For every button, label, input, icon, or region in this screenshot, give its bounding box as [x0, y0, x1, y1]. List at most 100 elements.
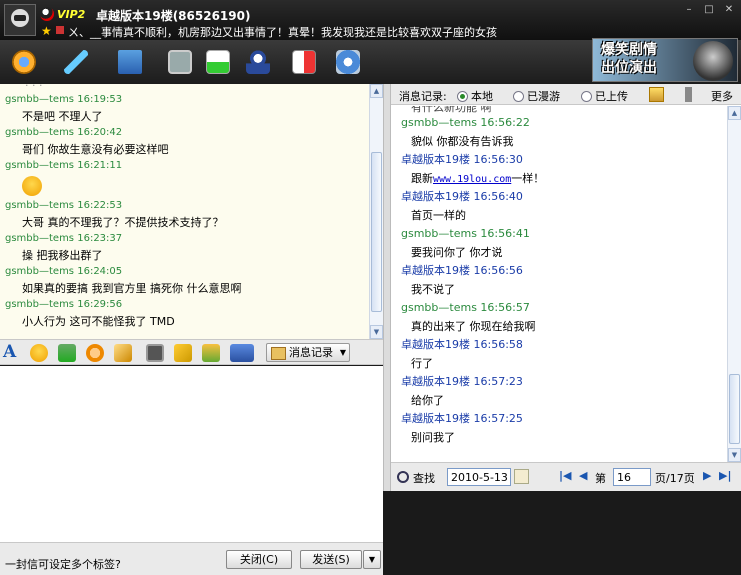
message-input[interactable] — [0, 366, 383, 542]
history-label: 消息记录: — [399, 90, 447, 103]
page-input[interactable] — [613, 468, 651, 486]
history-message-body: 我不说了 — [411, 283, 455, 296]
history-message-body: 貌似 你都没有告诉我 — [411, 135, 514, 148]
settings-icon[interactable] — [332, 46, 364, 78]
smiley-icon — [22, 176, 42, 196]
history-message-body: 真的出来了 你现在给我啊 — [411, 320, 536, 333]
scroll-up-arrow[interactable]: ▲ — [370, 84, 383, 98]
history-message-body: 首页一样的 — [411, 209, 466, 222]
history-truncated-line: 有什么新功能 啊 — [411, 106, 492, 114]
radio-dot — [457, 90, 468, 102]
scroll-up-arrow[interactable]: ▲ — [728, 106, 741, 120]
history-scrollbar[interactable]: ▲ ▼ — [727, 106, 741, 462]
send-options-button[interactable]: ▼ — [363, 550, 381, 569]
send-button[interactable]: 发送(S) — [300, 550, 362, 569]
microphone-icon[interactable] — [60, 46, 92, 78]
speaker-icon[interactable] — [685, 87, 700, 102]
chat-message-body: 哥们 你故生意没有必要这样吧 — [22, 143, 169, 156]
radio-dot — [581, 90, 592, 102]
scroll-thumb[interactable] — [729, 374, 740, 444]
window-controls: – □ ✕ — [681, 3, 737, 16]
history-message-header: gsmbb—tems 16:56:57 — [401, 301, 530, 314]
scroll-down-arrow[interactable]: ▼ — [728, 448, 741, 462]
game-icon[interactable] — [288, 46, 320, 78]
message-history-button[interactable]: 消息记录 ▼ — [266, 343, 350, 362]
chat-message-body: 不是吧 不理人了 — [22, 110, 103, 123]
first-page-icon[interactable]: |◀ — [559, 469, 571, 482]
font-icon[interactable]: A — [3, 342, 16, 362]
contact-signature: ㄨ、__事情真不顺利，机房那边又出事情了！真晕！我发现我还是比较喜欢双子座的女孩 — [68, 26, 497, 39]
chat-message-header: gsmbb—tems 16:29:56 — [5, 299, 123, 310]
folder-icon[interactable] — [114, 46, 146, 78]
gift-icon[interactable] — [202, 344, 220, 362]
history-message-header: gsmbb—tems 16:56:41 — [401, 227, 530, 240]
url-link[interactable]: www.19lou.com — [433, 174, 511, 185]
history-message-header: 卓越版本19楼 16:56:30 — [401, 153, 523, 166]
chat-message-body — [5, 174, 369, 198]
radio-uploaded[interactable]: 已上传 — [581, 88, 628, 104]
shake-window-icon[interactable] — [114, 344, 132, 362]
ad-banner[interactable]: 爆笑剧情 出位演出 — [592, 38, 738, 82]
history-message-body: 别问我了 — [411, 431, 455, 444]
application-icon[interactable] — [202, 46, 234, 78]
user-icon[interactable] — [242, 46, 274, 78]
close-button[interactable]: ✕ — [721, 3, 737, 16]
prev-page-icon[interactable]: ◀ — [579, 469, 587, 482]
music-icon[interactable] — [174, 344, 192, 362]
maximize-button[interactable]: □ — [701, 3, 717, 16]
chat-scrollbar[interactable]: ▲ ▼ — [369, 84, 383, 339]
history-message-header: 卓越版本19楼 16:56:58 — [401, 338, 523, 351]
chat-message-header: gsmbb—tems 16:23:37 — [5, 233, 123, 244]
history-message-header: 卓越版本19楼 16:57:25 — [401, 412, 523, 425]
video-icon[interactable] — [164, 46, 196, 78]
star-icon: ★ — [41, 24, 52, 38]
chat-truncated-line: · · · — [25, 84, 43, 92]
more-button[interactable]: 更多 — [711, 88, 733, 104]
next-page-icon[interactable]: ▶ — [703, 469, 711, 482]
chat-message-body: 如果真的要搞 我到官方里 搞死你 什么意思啊 — [22, 282, 242, 295]
banner-image — [693, 41, 733, 81]
emoticon-icon[interactable] — [30, 344, 48, 362]
radio-local[interactable]: 本地 — [457, 88, 493, 104]
history-message-body: 给你了 — [411, 394, 444, 407]
tip-text[interactable]: 一封信可设定多个标签? — [5, 556, 121, 572]
calendar-icon[interactable] — [514, 469, 529, 484]
screenshot-icon[interactable] — [146, 344, 164, 362]
export-icon[interactable] — [649, 87, 664, 102]
page-total: 页/17页 — [655, 472, 695, 485]
close-chat-button[interactable]: 关闭(C) — [226, 550, 292, 569]
chevron-down-icon: ▼ — [339, 348, 346, 357]
qq-penguin-icon — [40, 7, 54, 21]
history-message-header: 卓越版本19楼 16:56:56 — [401, 264, 523, 277]
signature-icon — [56, 26, 64, 34]
sticker-icon[interactable] — [86, 344, 104, 362]
conversation-pane: · · · gsmbb—tems 16:19:53 不是吧 不理人了 gsmbb—t… — [0, 84, 383, 575]
last-page-icon[interactable]: ▶| — [719, 469, 731, 482]
magic-emoticon-icon[interactable] — [58, 344, 76, 362]
radio-roaming[interactable]: 已漫游 — [513, 88, 560, 104]
webcam-icon[interactable] — [8, 46, 40, 78]
chat-message-body: 小人行为 这可不能怪我了 TMD — [22, 315, 175, 328]
chat-message-header: gsmbb—tems 16:24:05 — [5, 266, 123, 277]
avatar[interactable] — [4, 4, 36, 36]
history-message-header: 卓越版本19楼 16:56:40 — [401, 190, 523, 203]
window-title: 卓越版本19楼(86526190) — [96, 9, 251, 23]
scroll-thumb[interactable] — [371, 152, 382, 312]
history-message-header: 卓越版本19楼 16:57:23 — [401, 375, 523, 388]
chat-message-body: 操 把我移出群了 — [22, 249, 103, 262]
scroll-down-arrow[interactable]: ▼ — [370, 325, 383, 339]
history-message-body: 要我问你了 你才说 — [411, 246, 503, 259]
history-message-header: gsmbb—tems 16:56:22 — [401, 116, 530, 129]
date-input[interactable] — [447, 468, 511, 486]
find-button[interactable]: 查找 — [395, 470, 435, 486]
chat-message-header: gsmbb—tems 16:20:42 — [5, 127, 123, 138]
history-pane: 消息记录: 本地 已漫游 已上传 更多 有什么新功能 啊 gsmbb—tems … — [391, 84, 741, 491]
pane-divider[interactable] — [383, 84, 391, 491]
history-message-body: 跟新www.19lou.com一样！ — [411, 172, 545, 185]
display-mode-icon[interactable] — [230, 344, 254, 362]
minimize-button[interactable]: – — [681, 3, 697, 16]
history-log: 有什么新功能 啊 gsmbb—tems 16:56:22 貌似 你都没有告诉我 卓越… — [391, 106, 727, 462]
chat-message-header: gsmbb—tems 16:21:11 — [5, 160, 123, 171]
chat-log: · · · gsmbb—tems 16:19:53 不是吧 不理人了 gsmbb—t… — [0, 84, 369, 339]
title-bar: VIP2 卓越版本19楼(86526190) ★ ㄨ、__事情真不顺利，机房那边… — [0, 0, 741, 40]
